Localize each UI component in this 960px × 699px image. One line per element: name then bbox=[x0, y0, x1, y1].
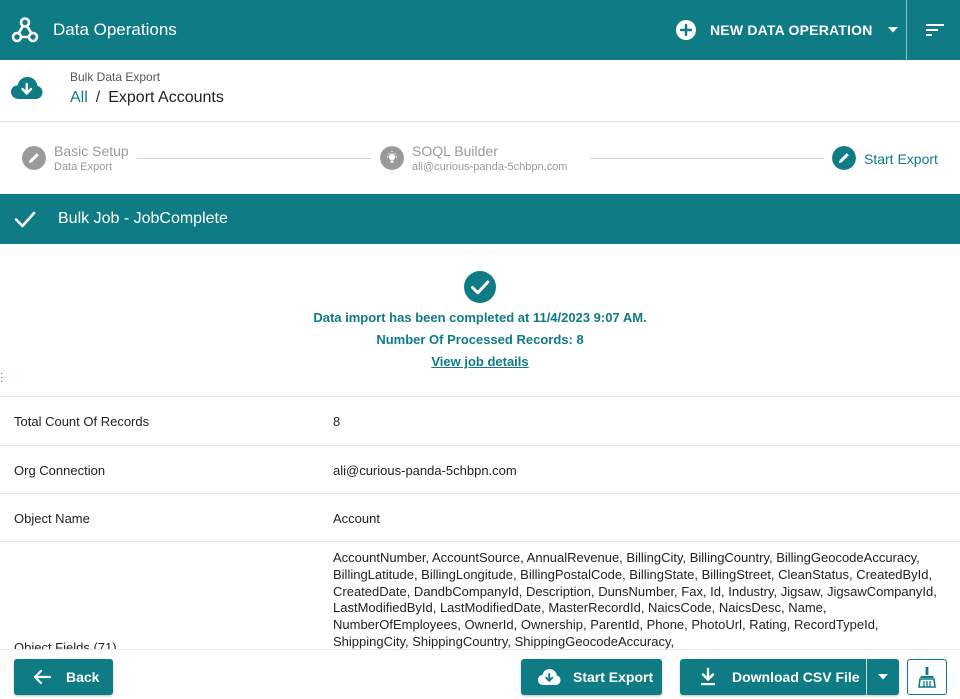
topbar-divider bbox=[906, 0, 907, 60]
webhook-logo-icon bbox=[11, 17, 39, 43]
job-status-title: Bulk Job - JobComplete bbox=[58, 210, 228, 227]
page-header: Bulk Data Export All / Export Accounts bbox=[0, 60, 960, 122]
pencil-icon bbox=[22, 146, 46, 170]
step-connector bbox=[137, 158, 371, 159]
breadcrumb: All / Export Accounts bbox=[70, 89, 224, 107]
download-csv-button[interactable]: Download CSV File bbox=[680, 659, 866, 695]
cloud-download-icon bbox=[11, 77, 43, 99]
row-value: Account bbox=[333, 511, 380, 526]
filter-list-icon[interactable] bbox=[925, 22, 945, 38]
download-options-dropdown[interactable] bbox=[867, 659, 899, 695]
table-row: Org Connection ali@curious-panda-5chbpn.… bbox=[0, 446, 960, 494]
start-export-button[interactable]: Start Export bbox=[521, 659, 662, 695]
table-row: Object Name Account bbox=[0, 494, 960, 542]
step-basic-setup-title: Basic Setup bbox=[54, 143, 129, 159]
view-job-details-link[interactable]: View job details bbox=[0, 354, 960, 369]
new-data-operation-label: NEW DATA OPERATION bbox=[710, 22, 873, 38]
breadcrumb-separator: / bbox=[95, 89, 101, 106]
download-icon bbox=[701, 667, 715, 686]
page-title: Export Accounts bbox=[108, 89, 224, 106]
new-data-operation-button[interactable]: NEW DATA OPERATION bbox=[676, 19, 899, 41]
back-button[interactable]: Back bbox=[14, 659, 113, 695]
processed-records-label: Number Of Processed Records: bbox=[376, 332, 577, 347]
view-job-details-label: View job details bbox=[431, 354, 529, 369]
table-row: Total Count Of Records 8 bbox=[0, 397, 960, 446]
start-export-label: Start Export bbox=[573, 669, 654, 685]
caret-down-icon bbox=[878, 674, 888, 680]
completion-status: Data import has been completed at 11/4/2… bbox=[0, 244, 960, 396]
check-circle-icon bbox=[464, 271, 496, 303]
check-icon bbox=[14, 211, 36, 228]
processed-records-count: 8 bbox=[576, 332, 584, 347]
broom-icon bbox=[918, 667, 936, 688]
row-label: Object Name bbox=[14, 511, 90, 526]
completed-message: Data import has been completed at 11/4/2… bbox=[313, 310, 647, 325]
job-status-banner: Bulk Job - JobComplete bbox=[0, 194, 960, 244]
step-soql-builder-title: SOQL Builder bbox=[412, 143, 498, 159]
wizard-stepper: Basic Setup Data Export SOQL Builder ali… bbox=[0, 122, 960, 194]
step-basic-setup-subtitle: Data Export bbox=[54, 161, 113, 173]
row-value: 8 bbox=[333, 414, 341, 429]
page-eyebrow: Bulk Data Export bbox=[70, 70, 161, 84]
row-value: ali@curious-panda-5chbpn.com bbox=[333, 463, 517, 478]
back-label: Back bbox=[66, 669, 100, 685]
step-connector bbox=[590, 158, 824, 159]
drag-handle-icon[interactable]: · · · bbox=[0, 369, 3, 387]
action-footer: Back Start Export Download CSV File bbox=[0, 649, 960, 699]
bulb-icon bbox=[380, 146, 404, 170]
plus-circle-icon bbox=[676, 20, 696, 40]
app-title: Data Operations bbox=[53, 20, 177, 39]
cloud-download-icon bbox=[538, 669, 561, 685]
processed-records: Number Of Processed Records: 8 bbox=[0, 332, 960, 347]
row-label: Org Connection bbox=[14, 463, 106, 478]
step-start-export-title: Start Export bbox=[864, 151, 938, 167]
arrow-left-icon bbox=[33, 669, 52, 685]
caret-down-icon[interactable] bbox=[887, 26, 899, 34]
row-label: Object Fields (71) bbox=[14, 640, 117, 649]
job-details-table: Total Count Of Records 8 Org Connection … bbox=[0, 396, 960, 649]
table-row: Object Fields (71) AccountNumber, Accoun… bbox=[0, 542, 960, 649]
top-app-bar: Data Operations NEW DATA OPERATION bbox=[0, 0, 960, 60]
download-csv-label: Download CSV File bbox=[732, 669, 860, 685]
clear-button[interactable] bbox=[907, 659, 947, 695]
breadcrumb-all-link[interactable]: All bbox=[70, 89, 88, 107]
step-soql-builder-subtitle: ali@curious-panda-5chbpn.com bbox=[412, 161, 568, 173]
row-value: AccountNumber, AccountSource, AnnualReve… bbox=[333, 550, 937, 649]
row-label: Total Count Of Records bbox=[14, 414, 150, 429]
pencil-icon bbox=[832, 146, 856, 170]
